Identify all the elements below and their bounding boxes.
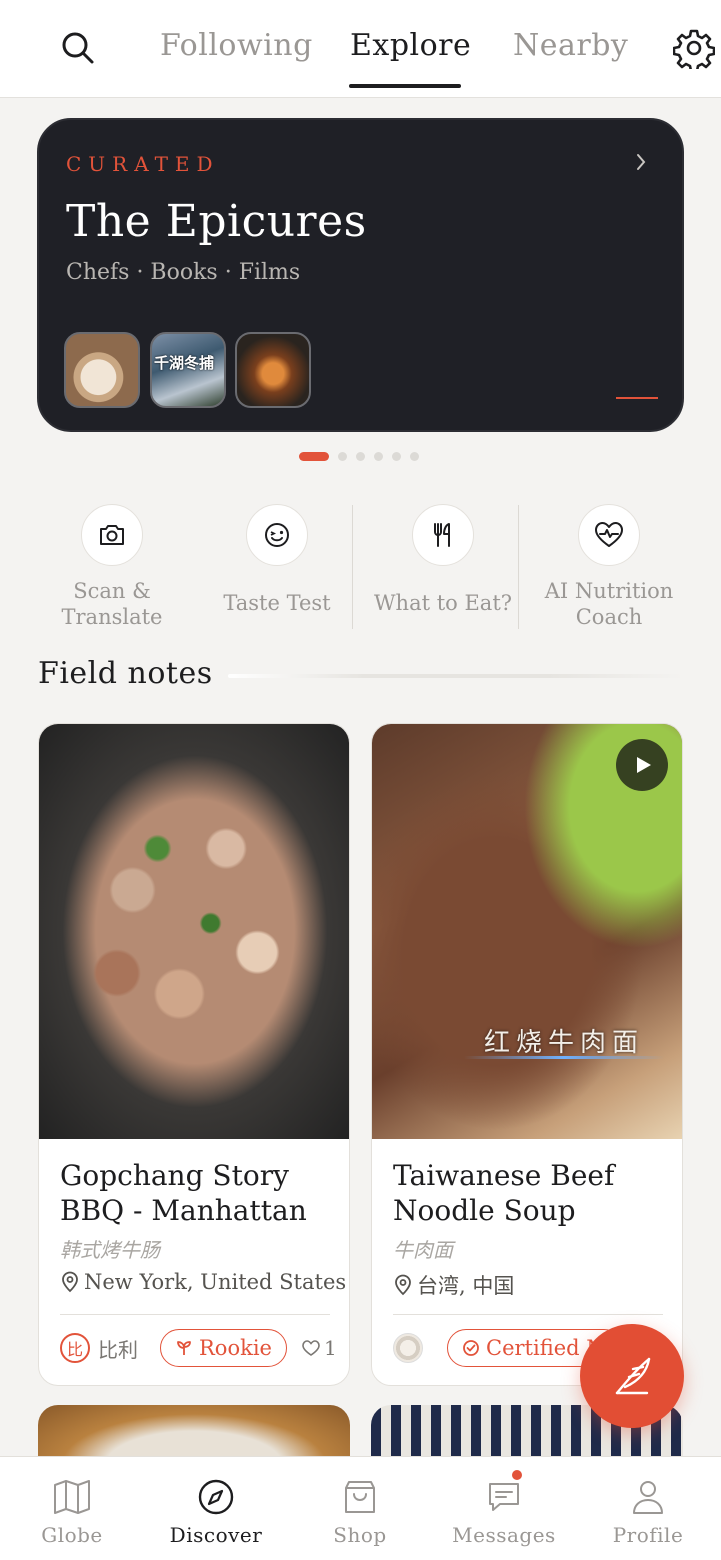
rank-badge[interactable]: Rookie: [160, 1329, 287, 1367]
heart-icon: [302, 1340, 320, 1356]
like-button[interactable]: 1: [301, 1336, 337, 1360]
thumbnail-text: 千湖冬捕: [154, 354, 215, 372]
quick-action-label: AI Nutrition Coach: [544, 579, 674, 629]
shopping-bag-icon: [345, 1481, 375, 1513]
taste-test-button[interactable]: Taste Test: [202, 504, 352, 616]
pagination-dot[interactable]: [338, 451, 347, 461]
bottom-nav: Globe Discover Shop Messages Profile: [0, 1456, 721, 1560]
quick-action-circle: [578, 504, 640, 566]
chat-bubble-icon: [489, 1483, 519, 1511]
pagination-dot[interactable]: [374, 451, 383, 461]
play-button[interactable]: [616, 739, 668, 791]
scan-translate-button[interactable]: Scan & Translate: [37, 504, 187, 630]
ai-nutrition-coach-button[interactable]: AI Nutrition Coach: [534, 504, 684, 630]
card-photo[interactable]: 红烧牛肉面: [372, 724, 682, 1139]
quick-action-circle: [246, 504, 308, 566]
person-icon: [633, 1481, 663, 1514]
active-tab-indicator: [349, 84, 461, 88]
card-footer: 比 比利 Rookie 1: [60, 1328, 337, 1368]
photo-caption: 红烧牛肉面: [484, 1028, 645, 1058]
card-photo[interactable]: [39, 724, 349, 1139]
nav-messages[interactable]: Messages: [444, 1468, 564, 1547]
quick-action-label: What to Eat?: [373, 591, 513, 615]
heart-pulse-icon: [595, 522, 623, 547]
compose-button[interactable]: [580, 1324, 684, 1428]
gear-icon: [673, 29, 715, 69]
banner-thumbnail[interactable]: [235, 332, 311, 408]
field-note-card[interactable]: 红烧牛肉面 Taiwanese Beef Noodle Soup 牛肉面 台湾,…: [371, 723, 683, 1386]
card-divider: [393, 1314, 663, 1315]
pagination-dot[interactable]: [356, 451, 365, 461]
nav-label: Globe: [41, 1523, 103, 1547]
top-bar: Following Explore Nearby: [0, 0, 721, 98]
card-title: Taiwanese Beef Noodle Soup: [393, 1159, 615, 1227]
fork-knife-icon: [434, 523, 450, 547]
nav-profile[interactable]: Profile: [588, 1477, 708, 1547]
wink-face-icon: [265, 523, 289, 547]
location-text: New York, United States: [84, 1270, 347, 1294]
field-note-card[interactable]: Gopchang Story BBQ - Manhattan 韩式烤牛肠 New…: [38, 723, 350, 1386]
card-divider: [60, 1314, 330, 1315]
quill-pen-icon: [615, 1357, 651, 1395]
banner-thumbnail[interactable]: [64, 332, 140, 408]
rank-badge-label: Rookie: [199, 1336, 272, 1360]
nav-discover[interactable]: Discover: [156, 1477, 276, 1547]
sprout-icon: [177, 1341, 191, 1355]
banner-eyebrow: CURATED: [66, 152, 220, 176]
camera-icon: [100, 525, 124, 545]
banner-thumbnail[interactable]: 千湖冬捕: [150, 332, 226, 408]
nav-shop[interactable]: Shop: [300, 1477, 420, 1547]
pagination-dot[interactable]: [410, 451, 419, 461]
nav-label: Messages: [452, 1523, 556, 1547]
map-icon: [54, 1480, 90, 1514]
tab-following[interactable]: Following: [160, 28, 313, 63]
pagination-dot[interactable]: [392, 451, 401, 461]
section-divider: [228, 674, 683, 678]
compass-icon: [198, 1479, 234, 1515]
location-pin-icon: [62, 1271, 78, 1293]
nav-globe[interactable]: Globe: [12, 1477, 132, 1547]
card-title: Gopchang Story BBQ - Manhattan: [60, 1159, 307, 1227]
pagination-dot-active[interactable]: [299, 451, 329, 461]
nav-label: Profile: [612, 1523, 684, 1547]
author-name[interactable]: 比利: [98, 1334, 138, 1363]
banner-title: The Epicures: [66, 196, 367, 247]
play-icon: [637, 757, 651, 773]
tab-nearby[interactable]: Nearby: [513, 28, 628, 63]
like-count: 1: [323, 1336, 337, 1360]
chevron-right-icon[interactable]: [629, 150, 653, 174]
section-title: Field notes: [38, 656, 213, 691]
location-pin-icon: [395, 1274, 411, 1296]
author-avatar[interactable]: [393, 1333, 423, 1363]
notification-dot: [510, 1468, 524, 1482]
settings-button[interactable]: [670, 26, 718, 70]
caption-underline: [464, 1056, 664, 1059]
quick-action-circle: [81, 504, 143, 566]
what-to-eat-button[interactable]: What to Eat?: [368, 504, 518, 616]
divider: [518, 505, 519, 629]
quick-action-circle: [412, 504, 474, 566]
divider: [352, 505, 353, 629]
card-subtitle: 牛肉面: [393, 1238, 453, 1262]
location-text: 台湾, 中国: [417, 1274, 515, 1298]
carousel-pagination: [299, 451, 419, 461]
nav-label: Shop: [333, 1523, 387, 1547]
search-button[interactable]: [56, 26, 100, 70]
quick-action-label: Taste Test: [223, 591, 331, 615]
card-location: 台湾, 中国: [393, 1270, 514, 1300]
check-circle-icon: [463, 1340, 479, 1356]
banner-subtitle: Chefs · Books · Films: [66, 260, 301, 285]
quick-action-label: Scan & Translate: [61, 579, 163, 629]
card-location: New York, United States: [60, 1270, 346, 1294]
curated-banner[interactable]: CURATED The Epicures Chefs · Books · Fil…: [37, 118, 684, 432]
search-icon: [62, 32, 94, 64]
author-avatar[interactable]: 比: [60, 1333, 90, 1363]
card-subtitle: 韩式烤牛肠: [60, 1238, 160, 1262]
tab-explore[interactable]: Explore: [350, 28, 471, 63]
nav-label: Discover: [169, 1523, 263, 1547]
banner-accent-line: [616, 397, 658, 399]
